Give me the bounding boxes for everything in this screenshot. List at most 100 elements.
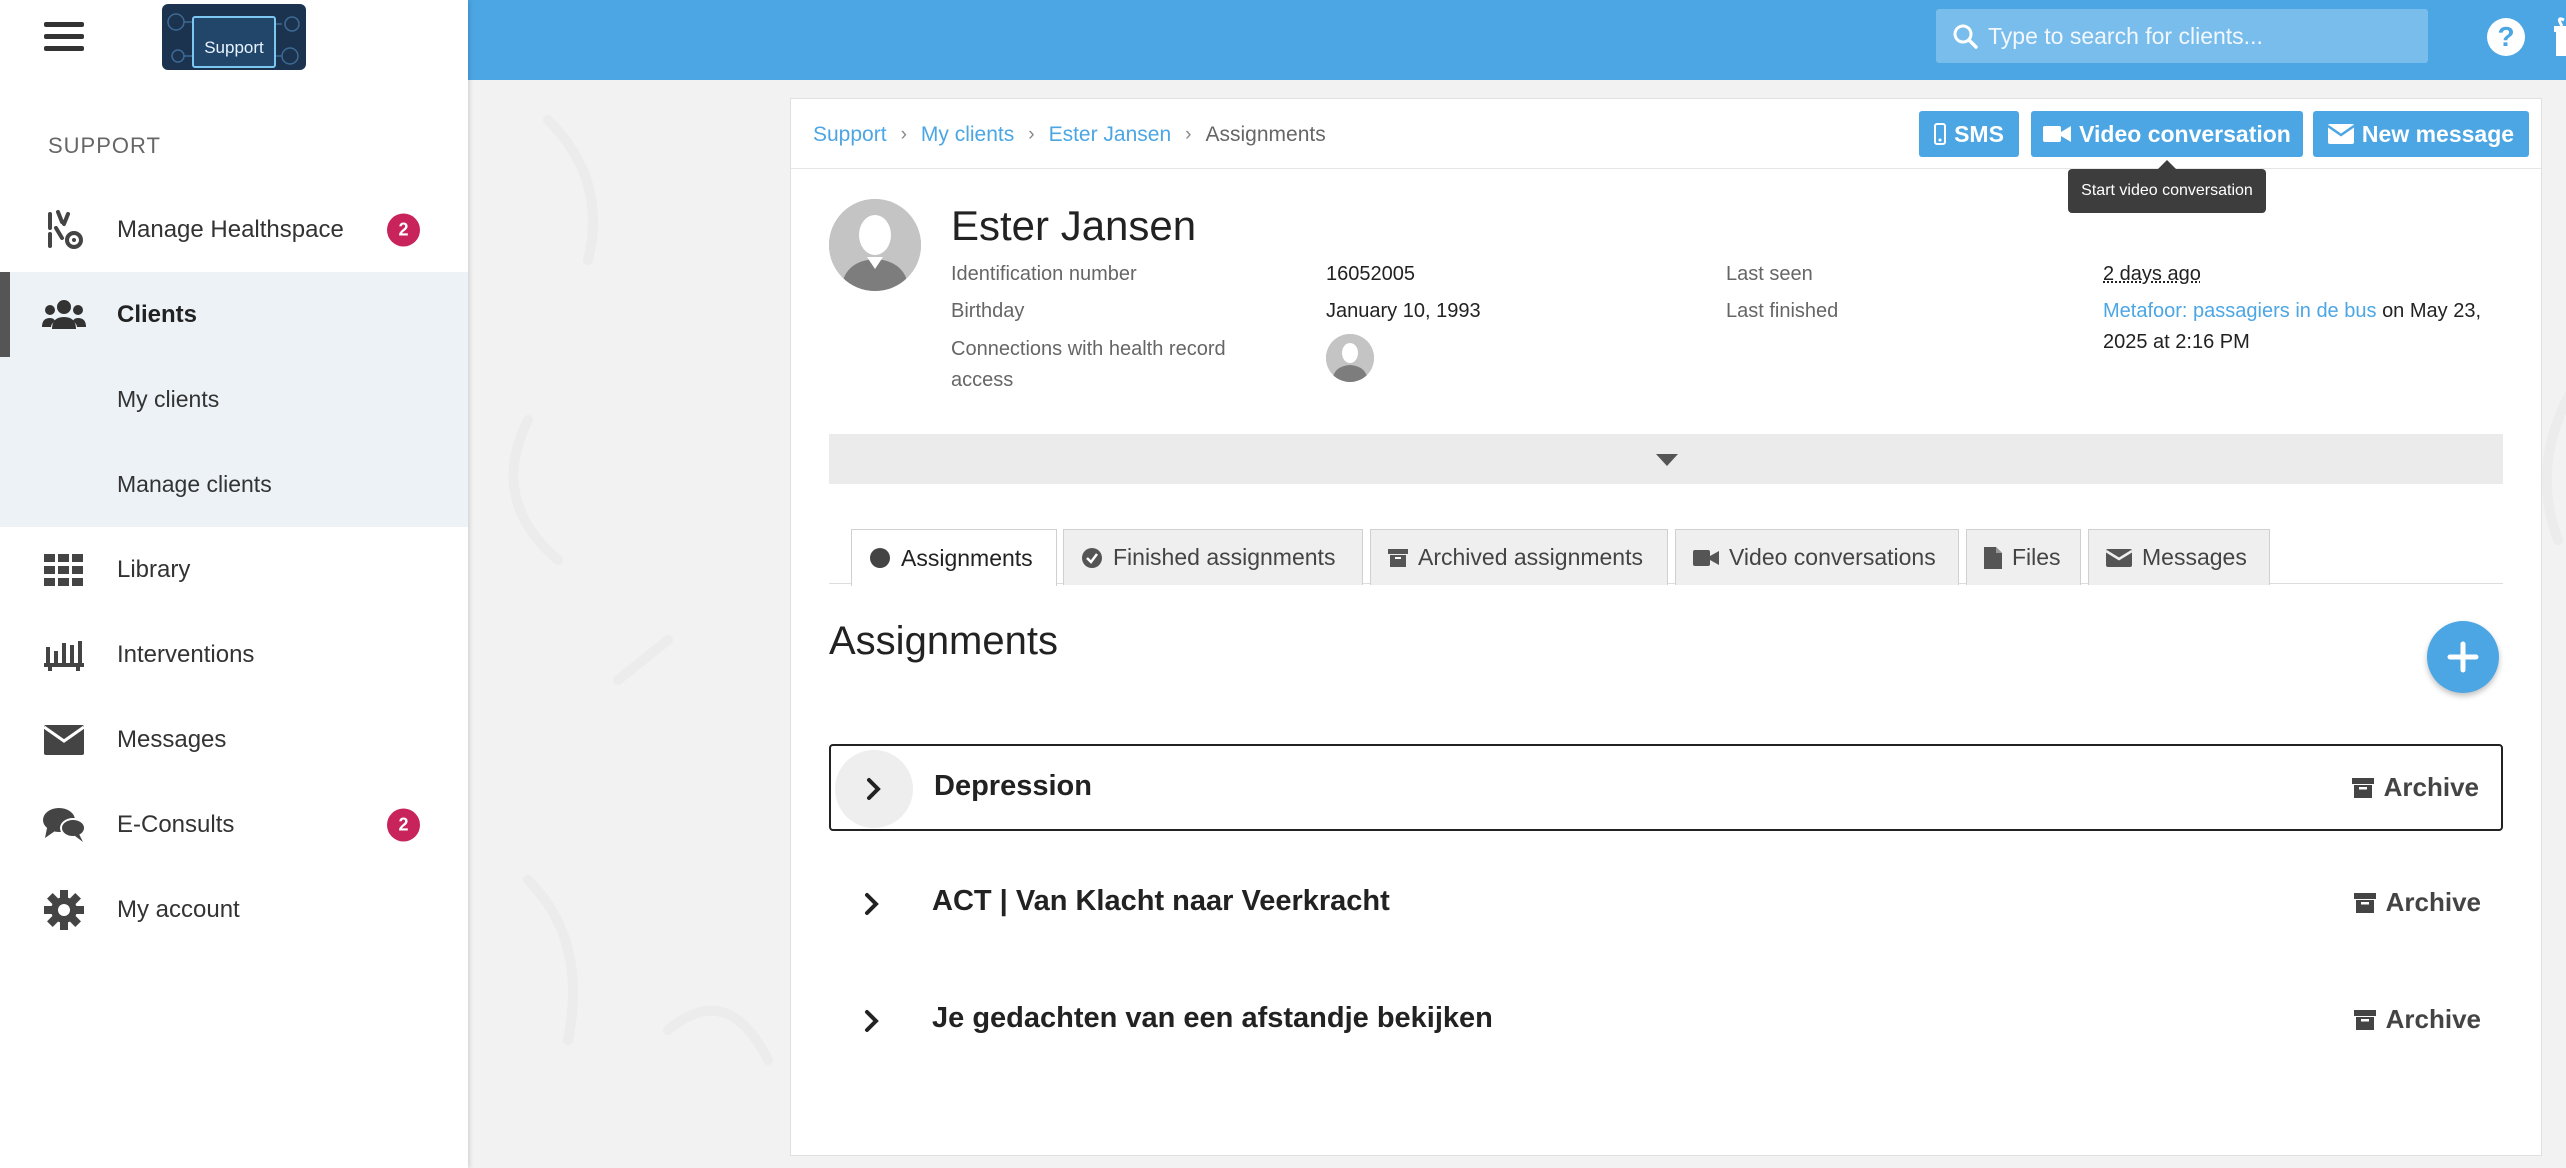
search-input[interactable]: [1988, 9, 2418, 63]
archive-icon: [2353, 892, 2376, 914]
sidebar-nav: Manage Healthspace 2 Clients My clients …: [0, 187, 468, 952]
tab-label: Archived assignments: [1418, 544, 1643, 570]
tab-archived-assignments[interactable]: Archived assignments: [1370, 529, 1668, 585]
last-finished-value: Metafoor: passagiers in de bus on May 23…: [2103, 296, 2503, 358]
sidebar-item-manage-clients[interactable]: Manage clients: [0, 442, 468, 527]
tab-label: Assignments: [901, 544, 1033, 571]
connection-avatar[interactable]: [1326, 334, 1374, 382]
caret-down-icon: [1656, 454, 1678, 466]
check-circle-icon: [1081, 547, 1103, 569]
video-tooltip: Start video conversation: [2068, 160, 2266, 213]
tab-label: Files: [2012, 544, 2061, 570]
envelope-icon: [42, 718, 86, 762]
sidebar-item-e-consults[interactable]: E-Consults 2: [0, 782, 468, 867]
archive-label: Archive: [2383, 772, 2479, 802]
archive-label: Archive: [2385, 1004, 2481, 1034]
add-assignment-button[interactable]: [2427, 621, 2499, 693]
archive-icon: [1388, 548, 1408, 568]
gear-icon: [42, 888, 86, 932]
sms-button[interactable]: SMS: [1919, 111, 2019, 157]
plus-icon: [2447, 641, 2479, 673]
breadcrumb-my-clients[interactable]: My clients: [921, 123, 1014, 147]
sidebar-item-label: E-Consults: [117, 810, 235, 838]
breadcrumb-client[interactable]: Ester Jansen: [1049, 123, 1172, 147]
sidebar-item-label: My clients: [117, 386, 220, 412]
sidebar-item-library[interactable]: Library: [0, 527, 468, 612]
notification-badge: 2: [387, 808, 420, 841]
envelope-icon: [2106, 548, 2132, 567]
logo[interactable]: Support: [162, 4, 306, 70]
id-value: 16052005: [1326, 263, 1415, 285]
chevron-right-icon: ›: [1185, 124, 1192, 145]
assignment-row[interactable]: ACT | Van Klacht naar Veerkracht Archive: [829, 861, 2503, 948]
sidebar-item-my-account[interactable]: My account: [0, 867, 468, 952]
help-icon[interactable]: ?: [2487, 18, 2525, 56]
notification-badge: 2: [387, 213, 420, 246]
sidebar-item-label: My account: [117, 895, 240, 923]
sidebar: Support SUPPORT Manage Healthspace 2 Cli…: [0, 0, 468, 1168]
chevron-right-icon: ›: [1028, 124, 1035, 145]
expand-details-toggle[interactable]: [829, 434, 2503, 484]
id-label: Identification number: [951, 263, 1137, 285]
sms-button-label: SMS: [1954, 120, 2004, 147]
tab-label: Finished assignments: [1113, 544, 1336, 570]
sidebar-item-label: Library: [117, 555, 191, 583]
archive-button[interactable]: Archive: [2353, 1004, 2481, 1035]
last-finished-link[interactable]: Metafoor: passagiers in de bus: [2103, 300, 2377, 322]
assignment-title: Je gedachten van een afstandje bekijken: [932, 1002, 1493, 1034]
tab-bar: Assignments Finished assignments Archive…: [829, 529, 2503, 586]
sidebar-item-interventions[interactable]: Interventions: [0, 612, 468, 697]
new-message-button[interactable]: New message: [2313, 111, 2529, 157]
top-bar: ?: [468, 0, 2566, 80]
hamburger-menu-icon[interactable]: [44, 22, 84, 52]
sidebar-item-manage-healthspace[interactable]: Manage Healthspace 2: [0, 187, 468, 272]
tab-messages[interactable]: Messages: [2088, 529, 2270, 585]
chevron-right-icon[interactable]: [833, 865, 911, 943]
client-search[interactable]: [1936, 9, 2428, 63]
gift-icon[interactable]: [2554, 16, 2566, 56]
client-avatar: [829, 199, 921, 291]
chevron-right-icon[interactable]: [835, 750, 913, 828]
phone-icon: [1934, 123, 1947, 145]
breadcrumb-support[interactable]: Support: [813, 123, 887, 147]
assignments-heading: Assignments: [829, 619, 1058, 663]
envelope-icon: [2327, 124, 2354, 144]
birthday-value: January 10, 1993: [1326, 300, 1481, 322]
assignment-title: ACT | Van Klacht naar Veerkracht: [932, 885, 1390, 917]
assignment-title: Depression: [934, 770, 1092, 802]
chevron-right-icon: ›: [900, 124, 907, 145]
assignment-row[interactable]: Depression Archive: [829, 744, 2503, 831]
last-finished-label: Last finished: [1726, 300, 1839, 322]
tab-finished-assignments[interactable]: Finished assignments: [1063, 529, 1363, 585]
tab-video-conversations[interactable]: Video conversations: [1675, 529, 1959, 585]
video-camera-icon: [2043, 124, 2072, 144]
tab-assignments[interactable]: Assignments: [851, 529, 1057, 586]
tab-label: Video conversations: [1729, 544, 1936, 570]
sidebar-item-clients[interactable]: Clients: [0, 272, 468, 357]
tab-label: Messages: [2142, 544, 2247, 570]
action-bar: Support › My clients › Ester Jansen › As…: [791, 99, 2541, 169]
video-conversation-button[interactable]: Video conversation: [2031, 111, 2303, 157]
video-button-label: Video conversation: [2079, 120, 2291, 147]
last-seen-value: 2 days ago: [2103, 263, 2201, 285]
chat-bubbles-icon: [42, 803, 86, 847]
assignment-row[interactable]: Je gedachten van een afstandje bekijken …: [829, 978, 2503, 1065]
chevron-right-icon[interactable]: [833, 982, 911, 1060]
sidebar-item-label: Interventions: [117, 640, 255, 668]
archive-button[interactable]: Archive: [2353, 887, 2481, 918]
sidebar-item-messages[interactable]: Messages: [0, 697, 468, 782]
birthday-label: Birthday: [951, 300, 1025, 322]
sidebar-item-my-clients[interactable]: My clients: [0, 357, 468, 442]
file-icon: [1984, 546, 2002, 569]
tab-files[interactable]: Files: [1966, 529, 2081, 585]
connections-label: Connections with health record access: [951, 338, 1226, 391]
dot-icon: [869, 547, 891, 569]
archive-button[interactable]: Archive: [2351, 772, 2479, 803]
client-name: Ester Jansen: [951, 202, 1197, 249]
sidebar-item-label: Messages: [117, 725, 227, 753]
interventions-icon: [42, 633, 86, 677]
sidebar-section-label: SUPPORT: [48, 133, 161, 158]
users-icon: [42, 293, 86, 337]
new-message-button-label: New message: [2361, 120, 2515, 147]
client-card: Support › My clients › Ester Jansen › As…: [790, 98, 2542, 1156]
